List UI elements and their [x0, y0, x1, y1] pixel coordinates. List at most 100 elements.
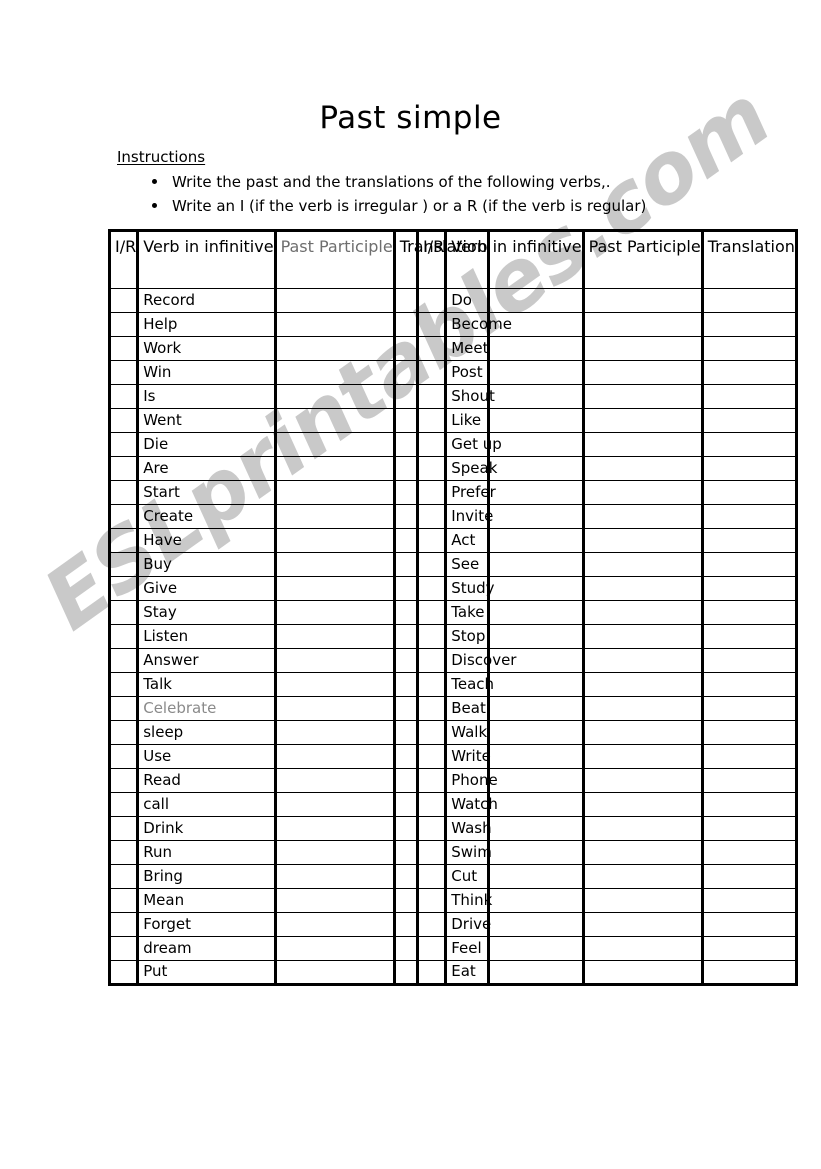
- cell-past-participle-left[interactable]: [273, 384, 396, 409]
- cell-past-participle-right[interactable]: [581, 792, 704, 817]
- cell-ir-right[interactable]: [415, 936, 448, 961]
- cell-translation-right[interactable]: [700, 816, 798, 841]
- cell-translation-right[interactable]: [700, 312, 798, 337]
- cell-ir-right[interactable]: [415, 720, 448, 745]
- cell-past-participle-right[interactable]: [581, 912, 704, 937]
- cell-past-participle-left[interactable]: [273, 624, 396, 649]
- cell-past-participle-left[interactable]: [273, 528, 396, 553]
- cell-translation-right[interactable]: [700, 744, 798, 769]
- cell-past-participle-left[interactable]: [273, 864, 396, 889]
- cell-past-participle-right[interactable]: [581, 360, 704, 385]
- cell-ir-right[interactable]: [415, 504, 448, 529]
- cell-translation-right[interactable]: [700, 360, 798, 385]
- cell-past-participle-right[interactable]: [581, 576, 704, 601]
- cell-ir-right[interactable]: [415, 312, 448, 337]
- cell-ir-right[interactable]: [415, 600, 448, 625]
- cell-ir-right[interactable]: [415, 432, 448, 457]
- cell-ir-right[interactable]: [415, 888, 448, 913]
- cell-past-participle-left[interactable]: [273, 792, 396, 817]
- cell-past-participle-right[interactable]: [581, 840, 704, 865]
- cell-ir-left[interactable]: [107, 696, 140, 721]
- cell-ir-right[interactable]: [415, 360, 448, 385]
- cell-translation-right[interactable]: [700, 648, 798, 673]
- cell-ir-right[interactable]: [415, 288, 448, 313]
- cell-ir-left[interactable]: [107, 744, 140, 769]
- cell-past-participle-right[interactable]: [581, 600, 704, 625]
- cell-ir-right[interactable]: [415, 648, 448, 673]
- cell-translation-right[interactable]: [700, 624, 798, 649]
- cell-translation-right[interactable]: [700, 504, 798, 529]
- cell-ir-left[interactable]: [107, 792, 140, 817]
- cell-translation-right[interactable]: [700, 408, 798, 433]
- cell-translation-right[interactable]: [700, 336, 798, 361]
- cell-past-participle-right[interactable]: [581, 648, 704, 673]
- cell-ir-left[interactable]: [107, 864, 140, 889]
- cell-ir-left[interactable]: [107, 312, 140, 337]
- cell-ir-right[interactable]: [415, 528, 448, 553]
- cell-translation-right[interactable]: [700, 768, 798, 793]
- cell-translation-right[interactable]: [700, 840, 798, 865]
- cell-ir-left[interactable]: [107, 432, 140, 457]
- cell-ir-right[interactable]: [415, 864, 448, 889]
- cell-past-participle-left[interactable]: [273, 816, 396, 841]
- cell-ir-right[interactable]: [415, 792, 448, 817]
- cell-past-participle-right[interactable]: [581, 504, 704, 529]
- cell-past-participle-right[interactable]: [581, 288, 704, 313]
- cell-past-participle-right[interactable]: [581, 624, 704, 649]
- cell-translation-right[interactable]: [700, 384, 798, 409]
- cell-past-participle-right[interactable]: [581, 768, 704, 793]
- cell-past-participle-left[interactable]: [273, 336, 396, 361]
- cell-translation-right[interactable]: [700, 672, 798, 697]
- cell-past-participle-left[interactable]: [273, 480, 396, 505]
- cell-ir-left[interactable]: [107, 504, 140, 529]
- cell-past-participle-right[interactable]: [581, 672, 704, 697]
- cell-past-participle-left[interactable]: [273, 648, 396, 673]
- cell-ir-left[interactable]: [107, 288, 140, 313]
- cell-ir-right[interactable]: [415, 384, 448, 409]
- cell-translation-right[interactable]: [700, 288, 798, 313]
- cell-past-participle-left[interactable]: [273, 888, 396, 913]
- cell-ir-right[interactable]: [415, 960, 448, 985]
- cell-ir-left[interactable]: [107, 840, 140, 865]
- cell-ir-left[interactable]: [107, 528, 140, 553]
- cell-past-participle-left[interactable]: [273, 960, 396, 985]
- cell-past-participle-left[interactable]: [273, 360, 396, 385]
- cell-ir-right[interactable]: [415, 456, 448, 481]
- cell-ir-left[interactable]: [107, 408, 140, 433]
- cell-ir-left[interactable]: [107, 768, 140, 793]
- cell-ir-right[interactable]: [415, 912, 448, 937]
- cell-past-participle-right[interactable]: [581, 408, 704, 433]
- cell-ir-left[interactable]: [107, 576, 140, 601]
- cell-past-participle-left[interactable]: [273, 408, 396, 433]
- cell-past-participle-left[interactable]: [273, 576, 396, 601]
- cell-ir-left[interactable]: [107, 912, 140, 937]
- cell-past-participle-right[interactable]: [581, 744, 704, 769]
- cell-ir-left[interactable]: [107, 672, 140, 697]
- cell-ir-left[interactable]: [107, 936, 140, 961]
- cell-translation-right[interactable]: [700, 936, 798, 961]
- cell-ir-right[interactable]: [415, 768, 448, 793]
- cell-past-participle-right[interactable]: [581, 720, 704, 745]
- cell-translation-right[interactable]: [700, 456, 798, 481]
- cell-ir-left[interactable]: [107, 552, 140, 577]
- cell-ir-right[interactable]: [415, 480, 448, 505]
- cell-past-participle-right[interactable]: [581, 936, 704, 961]
- cell-ir-left[interactable]: [107, 816, 140, 841]
- cell-translation-right[interactable]: [700, 432, 798, 457]
- cell-past-participle-left[interactable]: [273, 288, 396, 313]
- cell-ir-right[interactable]: [415, 336, 448, 361]
- cell-past-participle-left[interactable]: [273, 432, 396, 457]
- cell-past-participle-left[interactable]: [273, 768, 396, 793]
- cell-past-participle-left[interactable]: [273, 912, 396, 937]
- cell-past-participle-left[interactable]: [273, 720, 396, 745]
- cell-translation-right[interactable]: [700, 888, 798, 913]
- cell-past-participle-right[interactable]: [581, 312, 704, 337]
- cell-ir-left[interactable]: [107, 360, 140, 385]
- cell-past-participle-left[interactable]: [273, 456, 396, 481]
- cell-ir-left[interactable]: [107, 600, 140, 625]
- cell-past-participle-right[interactable]: [581, 384, 704, 409]
- cell-ir-right[interactable]: [415, 576, 448, 601]
- cell-ir-left[interactable]: [107, 624, 140, 649]
- cell-translation-right[interactable]: [700, 696, 798, 721]
- cell-past-participle-right[interactable]: [581, 960, 704, 985]
